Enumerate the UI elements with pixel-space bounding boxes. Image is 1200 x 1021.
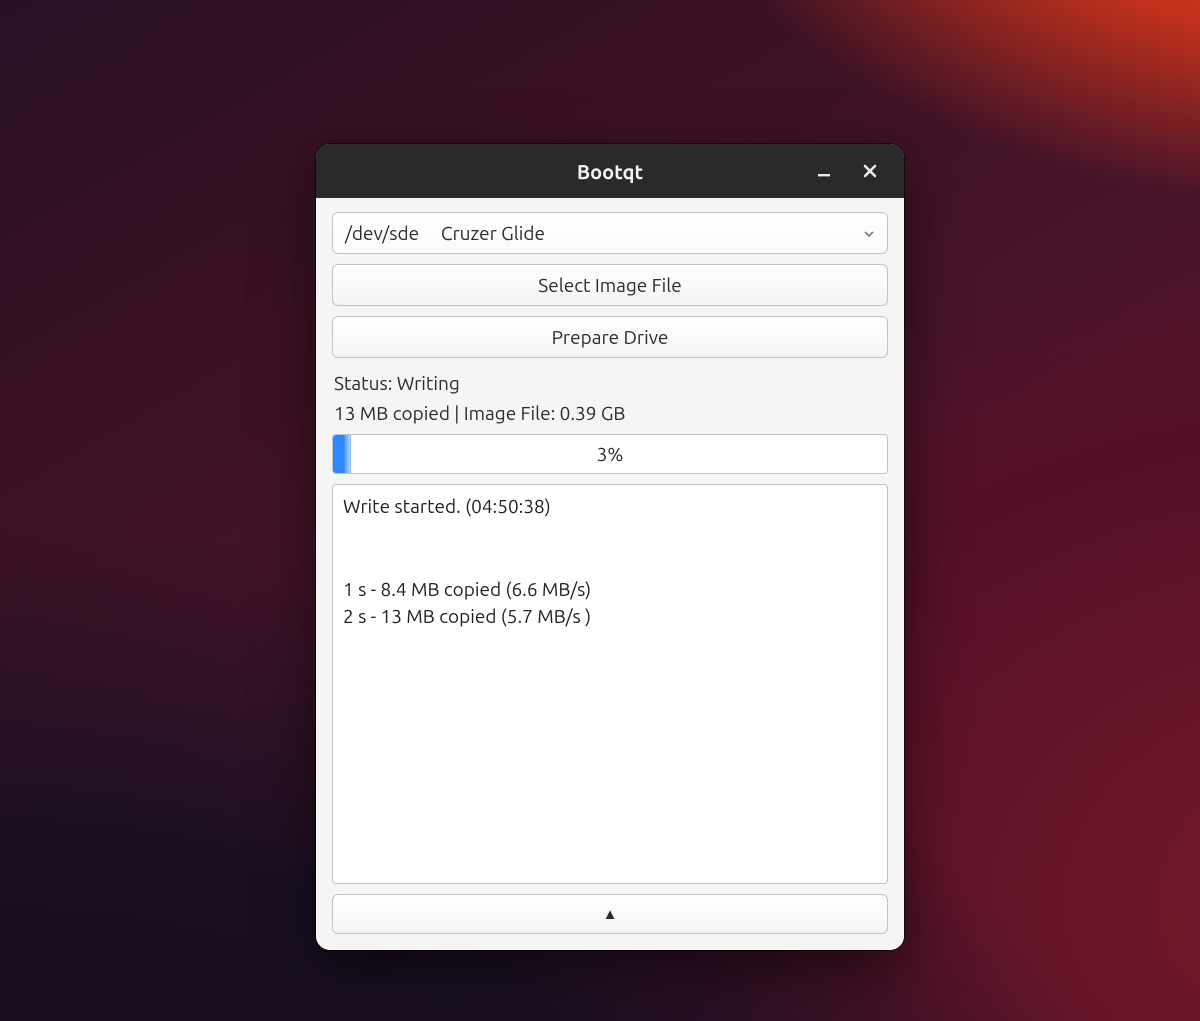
log-output[interactable]: Write started. (04:50:38) 1 s - 8.4 MB c… [332,484,888,884]
select-image-file-button[interactable]: Select Image File [332,264,888,306]
minimize-button[interactable] [810,157,838,185]
select-image-file-label: Select Image File [538,274,681,296]
drive-selector-value: /dev/sde Cruzer Glide [345,222,545,244]
window-titlebar[interactable]: Bootqt [316,144,904,198]
window-client-area: /dev/sde Cruzer Glide Select Image File … [316,198,904,950]
progress-fill [333,435,351,473]
close-button[interactable] [856,157,884,185]
progress-percent-label: 3% [597,443,624,465]
window-controls [810,144,896,198]
write-progress-bar: 3% [332,434,888,474]
minimize-icon [816,163,832,179]
triangle-up-icon: ▲ [603,905,618,923]
chevron-down-icon [863,222,875,244]
status-label: Status: Writing [332,372,888,394]
expander-toggle-button[interactable]: ▲ [332,894,888,934]
close-icon [862,163,878,179]
prepare-drive-label: Prepare Drive [552,326,669,348]
bootqt-window: Bootqt /dev/sde Cruzer Glide Select Imag… [316,144,904,950]
window-title: Bootqt [577,160,643,183]
copied-summary-label: 13 MB copied | Image File: 0.39 GB [332,402,888,424]
prepare-drive-button[interactable]: Prepare Drive [332,316,888,358]
drive-selector[interactable]: /dev/sde Cruzer Glide [332,212,888,254]
